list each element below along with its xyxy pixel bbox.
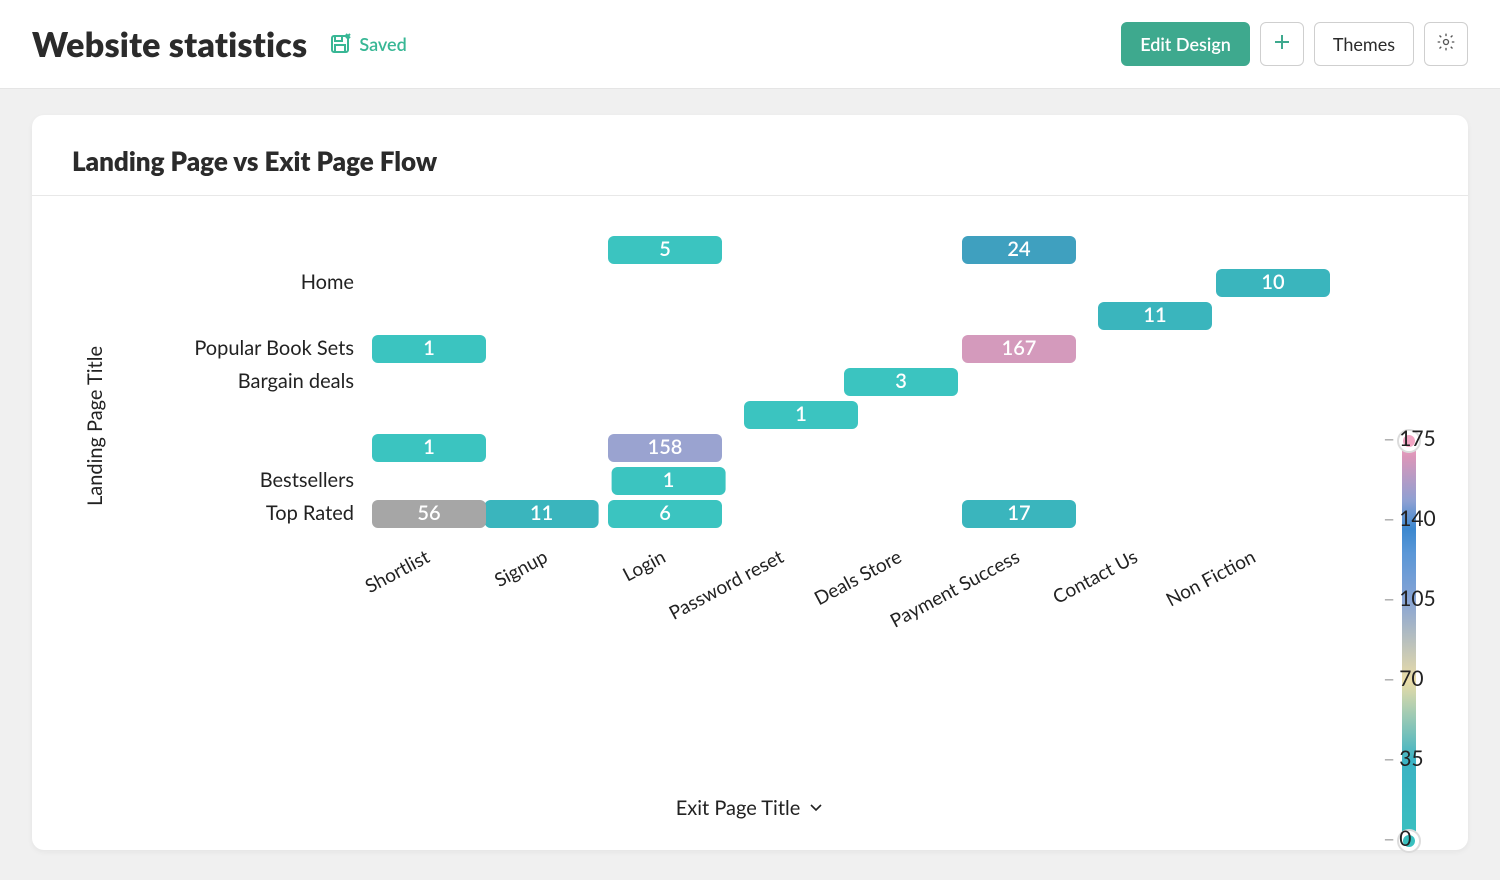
heatmap-cell-value: 1 — [423, 435, 435, 459]
topbar: Website statistics Saved Edit Design The… — [0, 0, 1500, 89]
save-icon — [329, 32, 353, 56]
x-tick-label: Deals Store — [810, 545, 905, 610]
x-tick-label: Non Fiction — [1162, 545, 1259, 611]
color-scale-tick: 140 — [1383, 506, 1443, 531]
color-scale-tick: 70 — [1383, 666, 1443, 691]
x-tick-label: Login — [619, 545, 669, 586]
x-tick-label: Password reset — [665, 545, 787, 625]
heatmap-cell-value: 167 — [1002, 336, 1037, 360]
heatmap-cell-value: 11 — [530, 501, 553, 525]
settings-button[interactable] — [1424, 22, 1468, 66]
heatmap-cell-value: 1 — [423, 336, 435, 360]
y-tick-label: Popular Book Sets — [194, 336, 354, 360]
chart-area: Landing Page Title Home Popular Book Sets B… — [32, 196, 1468, 796]
heatmap-cell-value: 1 — [795, 402, 807, 426]
themes-button[interactable]: Themes — [1314, 22, 1414, 66]
heatmap-cell-value: 5 — [659, 237, 671, 261]
chart-card: Landing Page vs Exit Page Flow Landing P… — [32, 115, 1468, 850]
chevron-down-icon — [808, 796, 824, 820]
chart-title: Landing Page vs Exit Page Flow — [32, 115, 1468, 196]
color-scale-tick: 0 — [1383, 826, 1443, 851]
color-scale-tick: 35 — [1383, 746, 1443, 771]
plus-icon — [1273, 33, 1291, 55]
heatmap-cell-value: 11 — [1143, 303, 1166, 327]
heatmap-cell-value: 158 — [648, 435, 683, 459]
topbar-right: Edit Design Themes — [1121, 22, 1468, 66]
heatmap-cell-value: 1 — [663, 468, 675, 492]
heatmap-cell-value: 17 — [1007, 501, 1030, 525]
heatmap-cell-value: 6 — [659, 501, 671, 525]
heatmap-cell-value: 24 — [1007, 237, 1031, 261]
heatmap-cell-value: 56 — [417, 501, 440, 525]
x-tick-label: Payment Success — [886, 545, 1023, 632]
y-tick-label: Top Rated — [266, 501, 354, 525]
heatmap-cell-value: 3 — [895, 369, 907, 393]
heatmap-cell-value: 10 — [1261, 270, 1285, 294]
y-tick-label: Bargain deals — [238, 369, 354, 393]
saved-indicator: Saved — [329, 32, 406, 56]
x-axis-title: Exit Page Title — [676, 796, 801, 820]
y-axis-title: Landing Page Title — [83, 346, 107, 506]
add-button[interactable] — [1260, 22, 1304, 66]
y-tick-label: Bestsellers — [260, 468, 354, 492]
page-title: Website statistics — [32, 24, 307, 65]
y-tick-label: Home — [301, 270, 354, 294]
color-scale-bar[interactable] — [1402, 441, 1416, 841]
edit-design-button[interactable]: Edit Design — [1121, 22, 1250, 66]
x-tick-label: Signup — [491, 545, 552, 592]
x-axis-title-row[interactable]: Exit Page Title — [32, 796, 1468, 820]
x-tick-label: Contact Us — [1049, 545, 1141, 609]
heatmap-chart: Landing Page Title Home Popular Book Sets B… — [32, 196, 1468, 756]
gear-icon — [1436, 32, 1456, 56]
color-scale-tick: 175 — [1383, 426, 1443, 451]
color-scale-tick: 105 — [1383, 586, 1443, 611]
x-tick-label: Shortlist — [361, 545, 433, 598]
saved-label: Saved — [359, 33, 406, 55]
topbar-left: Website statistics Saved — [32, 24, 407, 65]
